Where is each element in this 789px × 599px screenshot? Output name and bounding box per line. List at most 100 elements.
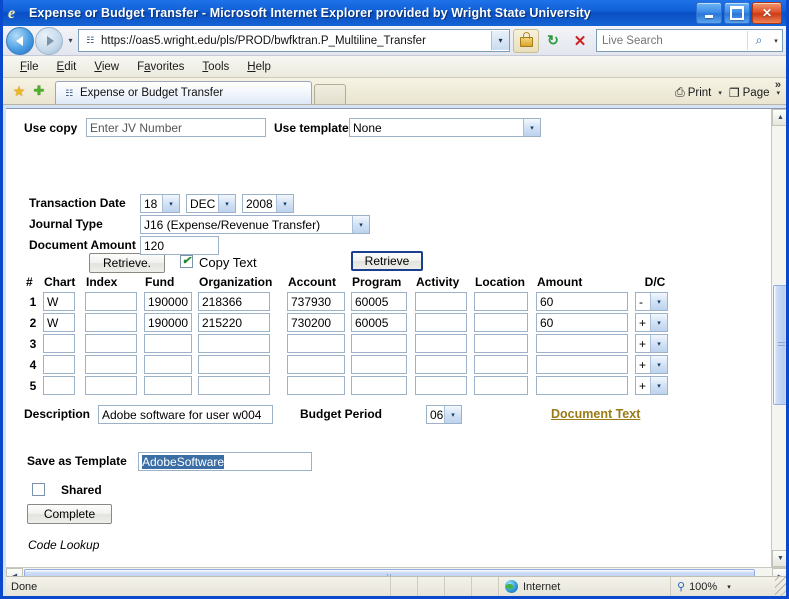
scroll-up-button[interactable]: ▲ — [772, 109, 786, 126]
dc-select[interactable]: + ▾ — [635, 313, 668, 332]
organization-input[interactable] — [198, 376, 270, 395]
chart-input[interactable] — [43, 376, 75, 395]
use-template-select[interactable]: None ▾ — [349, 118, 541, 137]
search-box[interactable]: ⌕ ▾ — [596, 29, 783, 52]
location-input[interactable] — [474, 313, 528, 332]
favorites-star-icon[interactable]: ★ — [9, 80, 29, 102]
organization-input[interactable] — [198, 292, 270, 311]
location-input[interactable] — [474, 334, 528, 353]
retrieve-template-button[interactable]: Retrieve — [351, 251, 423, 271]
menu-favorites[interactable]: Favorites — [128, 59, 193, 75]
maximize-button[interactable] — [724, 2, 750, 24]
activity-input[interactable] — [415, 376, 467, 395]
dc-select[interactable]: + ▾ — [635, 376, 668, 395]
fund-input[interactable] — [144, 334, 192, 353]
budget-period-select[interactable]: 06 ▾ — [426, 405, 462, 424]
resize-grip[interactable] — [775, 576, 786, 596]
search-input[interactable] — [597, 33, 747, 48]
document-text-link[interactable]: Document Text — [551, 407, 640, 421]
account-input[interactable] — [287, 334, 345, 353]
activity-input[interactable] — [415, 334, 467, 353]
save-as-template-input[interactable]: AdobeSoftware — [138, 452, 312, 471]
account-input[interactable] — [287, 313, 345, 332]
copy-text-checkbox[interactable]: ✔ — [180, 255, 193, 268]
description-input[interactable] — [98, 405, 273, 424]
zoom-caret-icon[interactable]: ▾ — [727, 583, 731, 591]
dc-select[interactable]: + ▾ — [635, 334, 668, 353]
zoom-indicator[interactable]: ⚲ 100% ▾ — [670, 576, 775, 596]
location-input[interactable] — [474, 376, 528, 395]
document-amount-input[interactable] — [140, 236, 219, 255]
fund-input[interactable] — [144, 376, 192, 395]
forward-button-icon[interactable] — [35, 26, 63, 55]
add-to-favorites-icon[interactable]: ✚ — [29, 80, 49, 102]
program-input[interactable] — [351, 313, 407, 332]
program-input[interactable] — [351, 355, 407, 374]
menu-tools[interactable]: Tools — [193, 59, 238, 75]
journal-type-select[interactable]: J16 (Expense/Revenue Transfer) ▾ — [140, 215, 370, 234]
chart-input[interactable] — [43, 355, 75, 374]
index-input[interactable] — [85, 313, 137, 332]
account-input[interactable] — [287, 376, 345, 395]
print-caret-icon[interactable]: ▾ — [718, 89, 722, 97]
lock-icon[interactable] — [513, 28, 539, 53]
amount-input[interactable] — [536, 334, 628, 353]
index-input[interactable] — [85, 292, 137, 311]
tab-expense-or-budget-transfer[interactable]: ☷ Expense or Budget Transfer — [55, 81, 312, 104]
index-input[interactable] — [85, 334, 137, 353]
fund-input[interactable] — [144, 313, 192, 332]
history-dropdown-icon[interactable]: ▾ — [63, 36, 78, 45]
menu-edit[interactable]: Edit — [48, 59, 86, 75]
amount-input[interactable] — [536, 376, 628, 395]
vertical-scroll-thumb[interactable] — [773, 285, 786, 405]
close-button[interactable]: ✕ — [752, 2, 782, 24]
dc-select[interactable]: - ▾ — [635, 292, 668, 311]
refresh-icon[interactable]: ↻ — [540, 29, 566, 53]
organization-input[interactable] — [198, 334, 270, 353]
program-input[interactable] — [351, 292, 407, 311]
transaction-year-select[interactable]: 2008 ▾ — [242, 194, 294, 213]
back-button-icon[interactable] — [6, 26, 34, 55]
location-input[interactable] — [474, 292, 528, 311]
address-dropdown-icon[interactable]: ▾ — [491, 31, 509, 50]
activity-input[interactable] — [415, 355, 467, 374]
index-input[interactable] — [85, 355, 137, 374]
new-tab-button[interactable] — [314, 84, 346, 104]
location-input[interactable] — [474, 355, 528, 374]
menu-help[interactable]: Help — [238, 59, 280, 75]
address-bar[interactable]: ☷ https://oas5.wright.edu/pls/PROD/bwfkt… — [78, 29, 510, 52]
chart-input[interactable] — [43, 292, 75, 311]
program-input[interactable] — [351, 376, 407, 395]
page-button[interactable]: ❐ Page — [726, 85, 773, 101]
stop-icon[interactable]: ✕ — [567, 29, 593, 53]
minimize-button[interactable] — [696, 2, 722, 24]
menu-view[interactable]: View — [85, 59, 128, 75]
amount-input[interactable] — [536, 292, 628, 311]
organization-input[interactable] — [198, 313, 270, 332]
amount-input[interactable] — [536, 355, 628, 374]
chart-input[interactable] — [43, 313, 75, 332]
transaction-month-select[interactable]: DEC ▾ — [186, 194, 236, 213]
address-url-text[interactable]: https://oas5.wright.edu/pls/PROD/bwfktra… — [101, 35, 491, 47]
shared-checkbox[interactable] — [32, 483, 45, 496]
menu-file[interactable]: File — [11, 59, 48, 75]
fund-input[interactable] — [144, 292, 192, 311]
account-input[interactable] — [287, 292, 345, 311]
amount-input[interactable] — [536, 313, 628, 332]
toolbar-overflow-icon[interactable]: » — [775, 79, 781, 91]
retrieve-copy-button[interactable]: Retrieve. — [89, 253, 165, 273]
activity-input[interactable] — [415, 292, 467, 311]
code-lookup-label[interactable]: Code Lookup — [28, 538, 99, 552]
account-input[interactable] — [287, 355, 345, 374]
index-input[interactable] — [85, 376, 137, 395]
organization-input[interactable] — [198, 355, 270, 374]
activity-input[interactable] — [415, 313, 467, 332]
security-zone-indicator[interactable]: Internet — [498, 576, 670, 596]
program-input[interactable] — [351, 334, 407, 353]
scroll-down-button[interactable]: ▼ — [772, 550, 786, 567]
print-button[interactable]: ⎙ Print — [672, 84, 714, 101]
vertical-scrollbar[interactable]: ▲ ▼ — [771, 109, 786, 567]
dc-select[interactable]: + ▾ — [635, 355, 668, 374]
use-copy-input[interactable] — [86, 118, 266, 137]
transaction-day-select[interactable]: 18 ▾ — [140, 194, 180, 213]
